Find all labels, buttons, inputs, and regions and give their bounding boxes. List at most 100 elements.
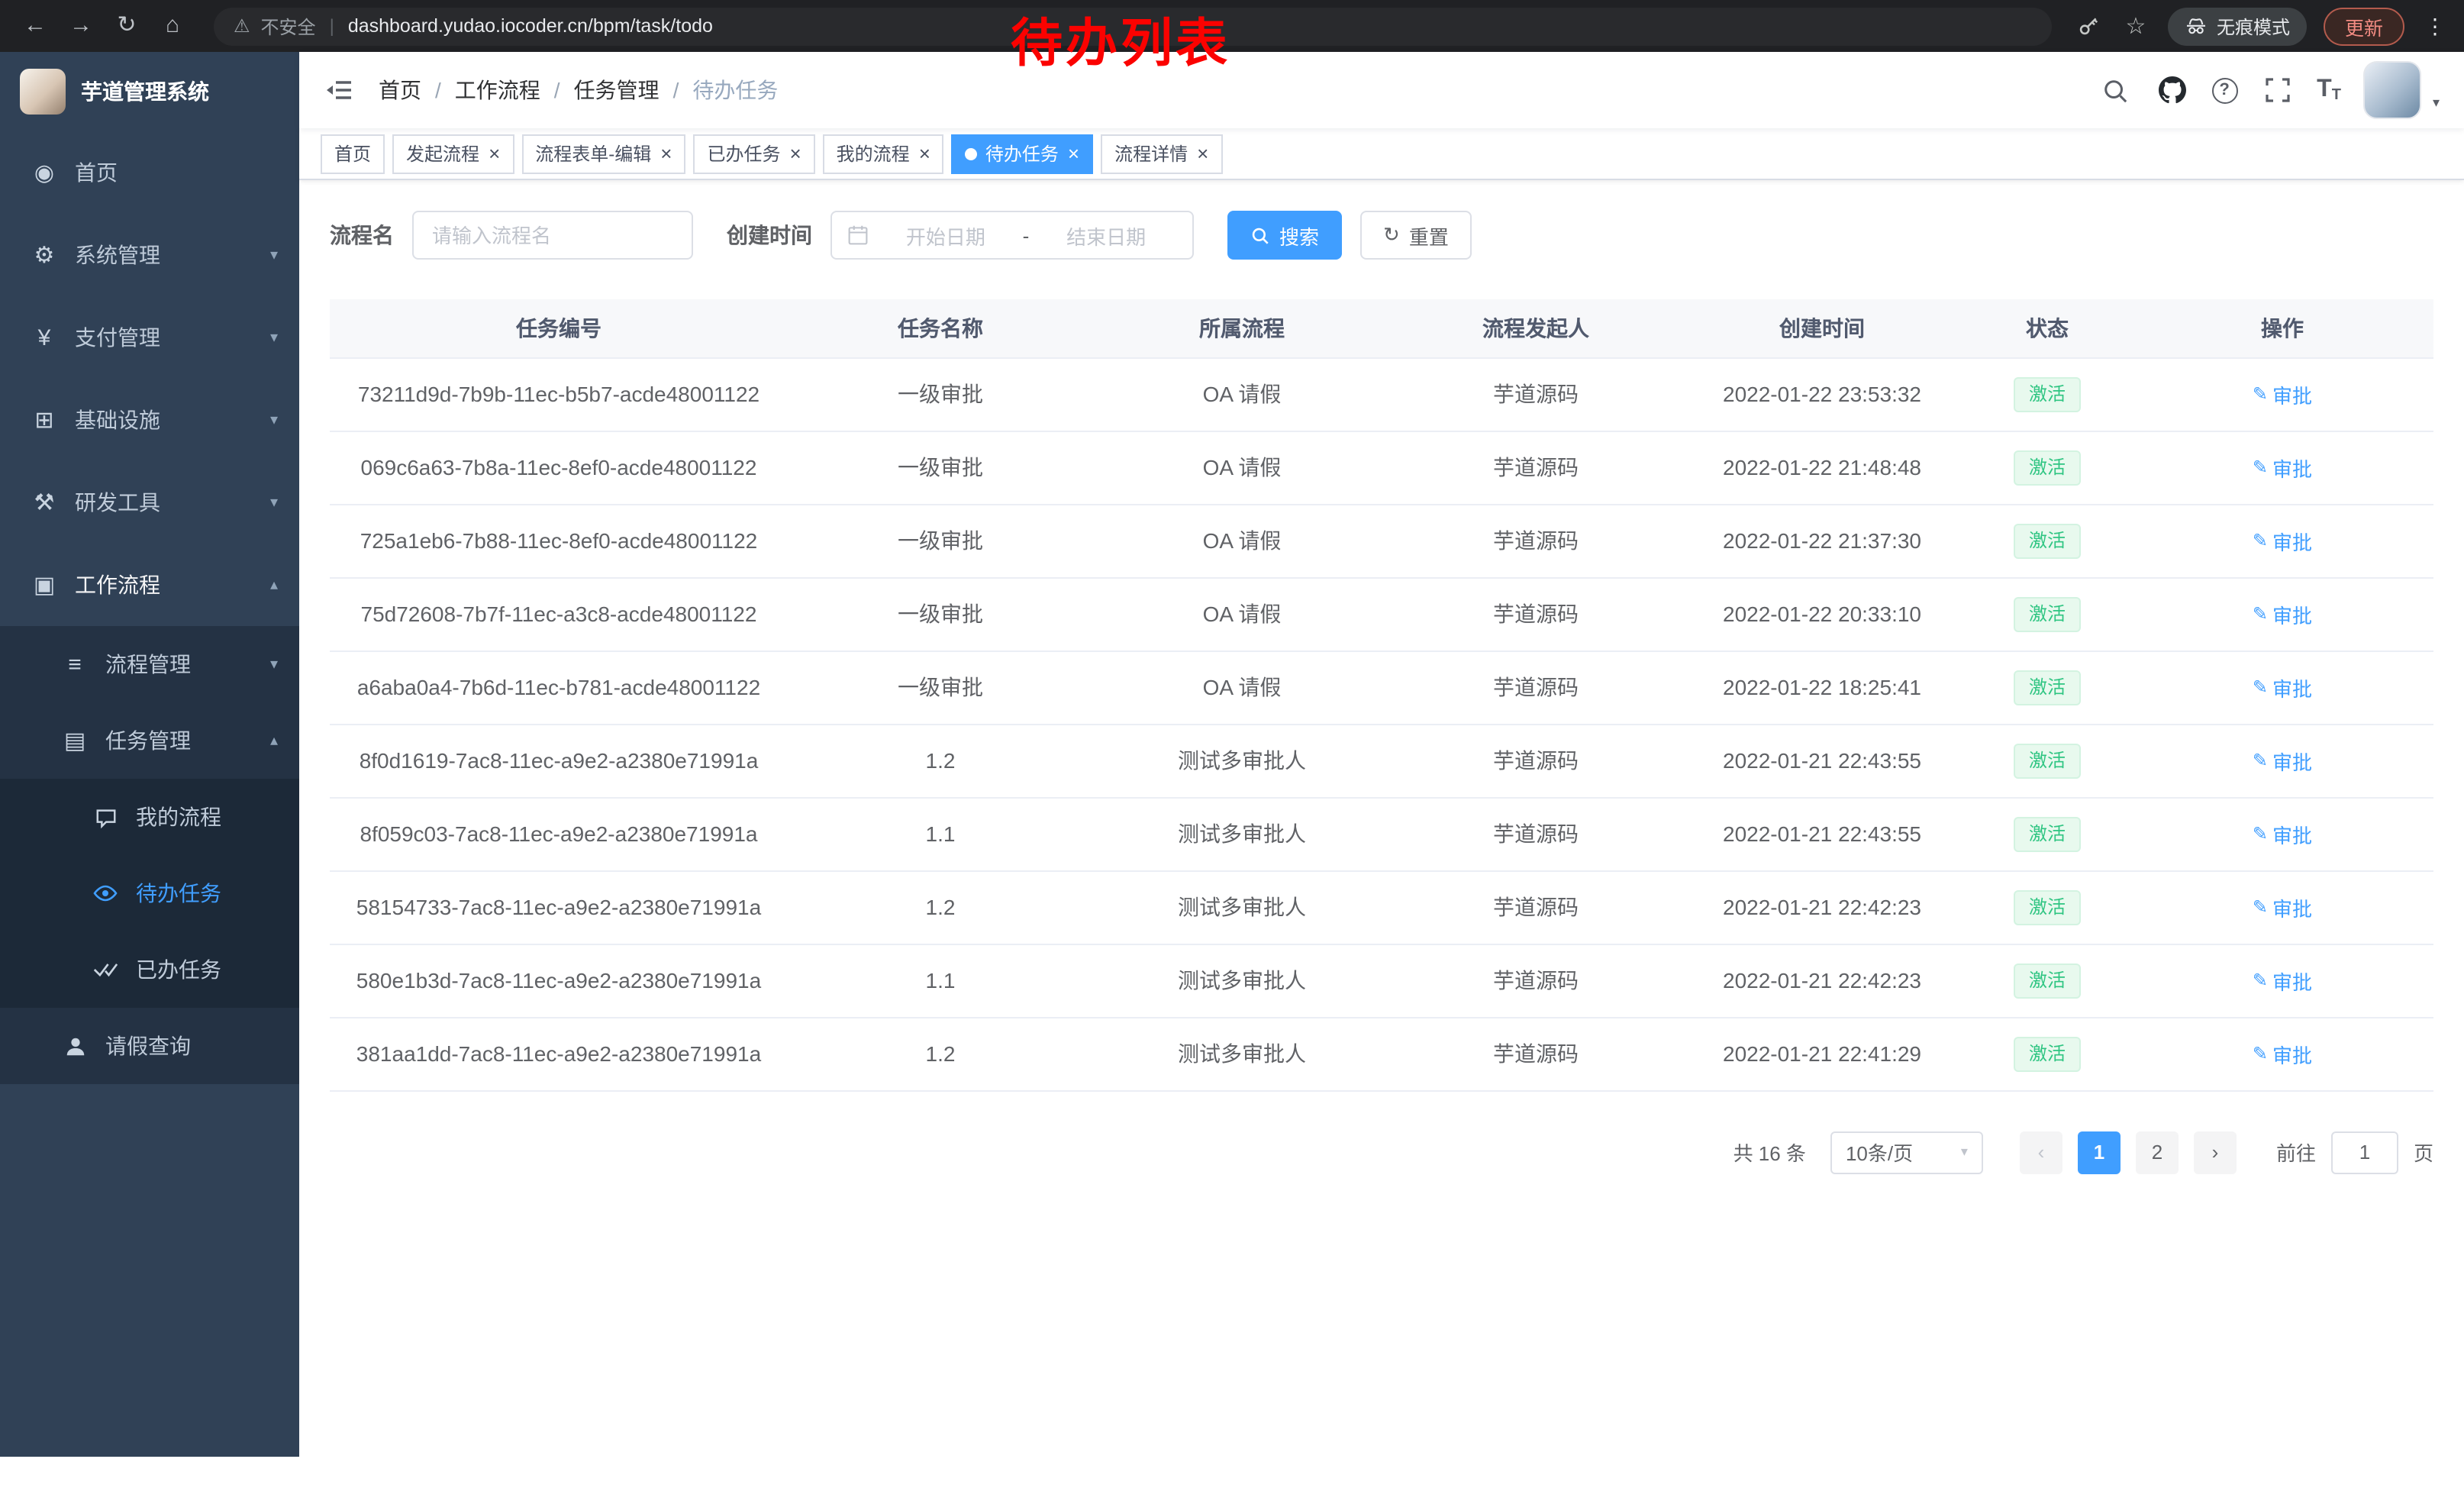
browser-forward-icon[interactable]: → — [61, 0, 101, 52]
action-cell: ✎审批 — [2131, 357, 2433, 431]
tasks-icon: ▤ — [61, 727, 89, 754]
tab-close-icon[interactable]: × — [789, 144, 801, 163]
password-key-icon[interactable] — [2073, 11, 2104, 41]
approve-link[interactable]: ✎审批 — [2253, 1039, 2312, 1068]
update-button[interactable]: 更新 — [2324, 7, 2404, 45]
approve-link[interactable]: ✎审批 — [2253, 453, 2312, 482]
app-title: 芋道管理系统 — [81, 76, 209, 107]
sidebar-item-process-mgmt[interactable]: ≡ 流程管理 ▾ — [0, 626, 299, 702]
table-row: a6aba0a4-7b6d-11ec-b781-acde48001122一级审批… — [330, 650, 2433, 724]
process-name-input[interactable] — [412, 211, 693, 260]
security-label: 不安全 — [261, 13, 316, 39]
approve-link[interactable]: ✎审批 — [2253, 599, 2312, 628]
prev-page-button[interactable]: ‹ — [2020, 1131, 2062, 1173]
search-icon[interactable] — [2098, 73, 2132, 107]
tab-1[interactable]: 首页 — [321, 134, 385, 173]
table-row: 580e1b3d-7ac8-11ec-a9e2-a2380e71991a1.1测… — [330, 944, 2433, 1017]
tab-close-icon[interactable]: × — [1068, 144, 1079, 163]
approve-link[interactable]: ✎审批 — [2253, 966, 2312, 995]
tab-label: 已办任务 — [707, 140, 780, 166]
search-button[interactable]: 搜索 — [1227, 211, 1342, 260]
reset-button[interactable]: ↻ 重置 — [1360, 211, 1472, 260]
browser-menu-icon[interactable]: ⋮ — [2421, 13, 2449, 39]
sidebar-item-done-tasks[interactable]: 已办任务 — [0, 931, 299, 1008]
create-time-cell: 2022-01-21 22:43:55 — [1681, 724, 1963, 797]
sidebar-item-leave-query[interactable]: 请假查询 — [0, 1008, 299, 1084]
breadcrumb-item-workflow[interactable]: 工作流程 — [455, 75, 540, 105]
sidebar-item-task-mgmt[interactable]: ▤ 任务管理 ▴ — [0, 702, 299, 779]
tab-3[interactable]: 流程表单-编辑× — [521, 134, 685, 173]
tab-4[interactable]: 已办任务 × — [693, 134, 814, 173]
sidebar-item-infrastructure[interactable]: ⊞ 基础设施 ▾ — [0, 379, 299, 461]
tab-close-icon[interactable]: × — [660, 144, 672, 163]
page-2-button[interactable]: 2 — [2136, 1131, 2179, 1173]
user-avatar[interactable] — [2364, 61, 2422, 119]
chevron-down-icon: ▾ — [270, 247, 278, 263]
task-name-cell: 一级审批 — [788, 650, 1093, 724]
tab-7[interactable]: 流程详情× — [1101, 134, 1222, 173]
date-range-picker[interactable]: 开始日期 - 结束日期 — [830, 211, 1194, 260]
approve-link[interactable]: ✎审批 — [2253, 526, 2312, 555]
eye-icon — [92, 881, 119, 905]
github-icon[interactable] — [2155, 73, 2188, 107]
goto-label: 前往 — [2276, 1138, 2316, 1167]
page-1-button[interactable]: 1 — [2078, 1131, 2121, 1173]
table-row: 75d72608-7b7f-11ec-a3c8-acde48001122一级审批… — [330, 577, 2433, 650]
chevron-up-icon: ▴ — [270, 732, 278, 749]
tab-label: 发起流程 — [406, 140, 479, 166]
create-time-label: 创建时间 — [727, 220, 812, 250]
sidebar-item-my-process[interactable]: 我的流程 — [0, 779, 299, 855]
sidebar-item-dev-tools[interactable]: ⚒ 研发工具 ▾ — [0, 461, 299, 544]
task-name-cell: 一级审批 — [788, 357, 1093, 431]
bookmark-star-icon[interactable]: ☆ — [2121, 11, 2151, 41]
page-content: 流程名 创建时间 开始日期 - 结束日期 — [299, 180, 2464, 1210]
browser-back-icon[interactable]: ← — [15, 0, 55, 52]
end-date-input[interactable]: 结束日期 — [1035, 221, 1177, 250]
tab-6[interactable]: 待办任务 × — [952, 134, 1093, 173]
process-cell: 测试多审批人 — [1093, 797, 1391, 870]
process-cell: 测试多审批人 — [1093, 870, 1391, 944]
approve-link[interactable]: ✎审批 — [2253, 819, 2312, 848]
status-badge: 激活 — [2014, 963, 2081, 998]
approve-link-label: 审批 — [2272, 526, 2312, 555]
fullscreen-icon[interactable] — [2260, 73, 2294, 107]
sidebar-item-system[interactable]: ⚙ 系统管理 ▾ — [0, 214, 299, 296]
sidebar-collapse-icon[interactable] — [318, 69, 360, 111]
approve-link[interactable]: ✎审批 — [2253, 893, 2312, 922]
browser-home-icon[interactable]: ⌂ — [153, 0, 192, 52]
approve-link-label: 审批 — [2272, 379, 2312, 408]
tab-close-icon[interactable]: × — [1197, 144, 1208, 163]
breadcrumb-item-task-mgmt[interactable]: 任务管理 — [574, 75, 660, 105]
tab-5[interactable]: 我的流程 × — [823, 134, 944, 173]
sidebar-item-workflow[interactable]: ▣ 工作流程 ▴ — [0, 544, 299, 626]
font-size-icon[interactable]: TT — [2317, 76, 2341, 104]
task-name-cell: 1.2 — [788, 1017, 1093, 1090]
app-logo[interactable]: 芋道管理系统 — [0, 52, 299, 131]
chevron-down-icon: ▾ — [1961, 1144, 1968, 1160]
help-icon[interactable]: ? — [2211, 77, 2237, 103]
col-header-task-id: 任务编号 — [330, 299, 788, 357]
menu-label-done-tasks: 已办任务 — [136, 954, 221, 985]
infrastructure-icon: ⊞ — [31, 406, 58, 434]
goto-page-input[interactable] — [2331, 1131, 2398, 1173]
avatar-caret-icon[interactable]: ▾ — [2433, 95, 2440, 111]
tab-label: 我的流程 — [837, 140, 910, 166]
tab-label: 待办任务 — [985, 140, 1059, 166]
sidebar-item-todo-tasks[interactable]: 待办任务 — [0, 855, 299, 931]
breadcrumb-item-home[interactable]: 首页 — [379, 75, 421, 105]
start-date-input[interactable]: 开始日期 — [875, 221, 1017, 250]
task-name-cell: 1.1 — [788, 944, 1093, 1017]
sidebar-item-payment[interactable]: ¥ 支付管理 ▾ — [0, 296, 299, 379]
page-size-select[interactable]: 10条/页 ▾ — [1830, 1131, 1983, 1173]
main-area: 首页 / 工作流程 / 任务管理 / 待办任务 ? — [299, 52, 2464, 1457]
create-time-cell: 2022-01-22 21:48:48 — [1681, 431, 1963, 504]
sidebar-item-home[interactable]: ◉ 首页 — [0, 131, 299, 214]
browser-reload-icon[interactable]: ↻ — [107, 0, 147, 52]
approve-link[interactable]: ✎审批 — [2253, 673, 2312, 702]
tab-close-icon[interactable]: × — [489, 144, 500, 163]
approve-link[interactable]: ✎审批 — [2253, 379, 2312, 408]
tab-close-icon[interactable]: × — [919, 144, 930, 163]
tab-2[interactable]: 发起流程 × — [392, 134, 514, 173]
approve-link[interactable]: ✎审批 — [2253, 746, 2312, 775]
next-page-button[interactable]: › — [2194, 1131, 2237, 1173]
